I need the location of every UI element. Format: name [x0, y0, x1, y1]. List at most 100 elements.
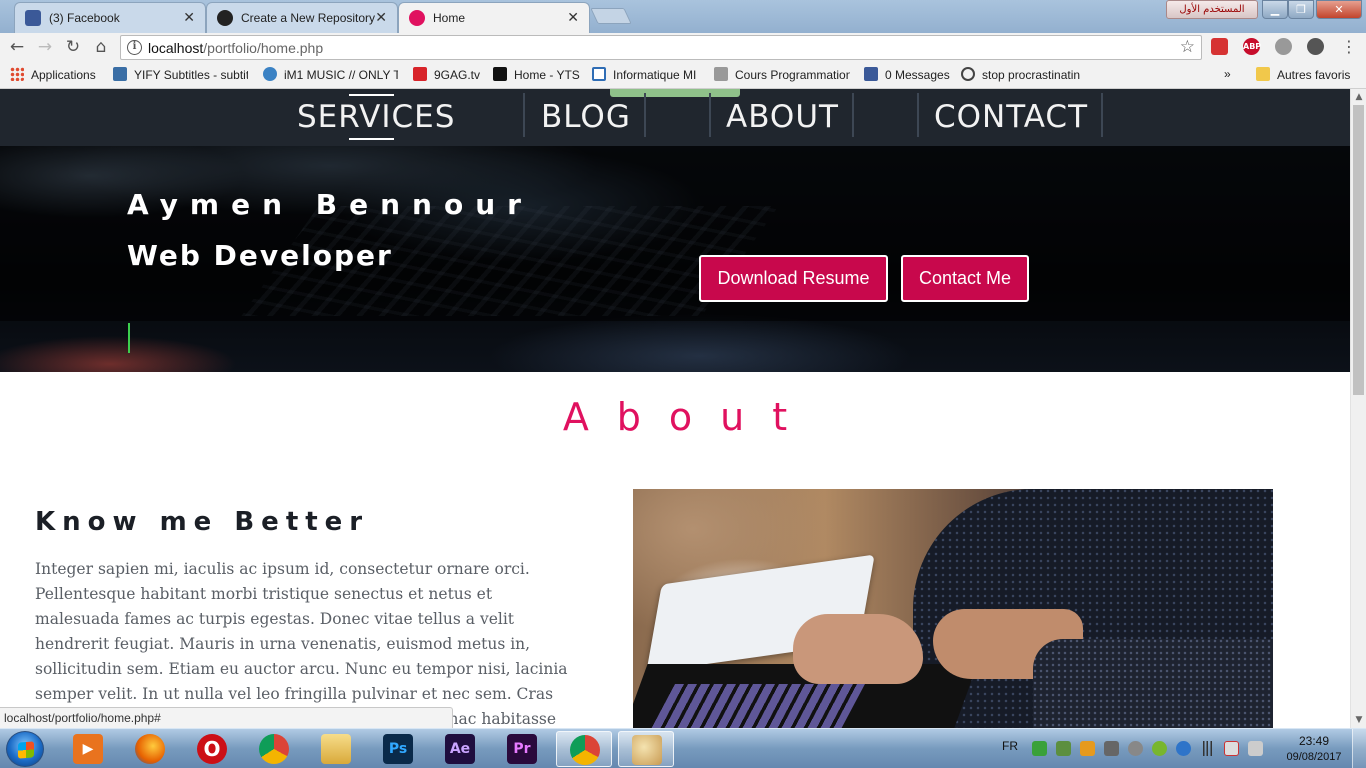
- nav-divider: [1101, 93, 1103, 137]
- nav-blog[interactable]: BLOG: [541, 99, 631, 135]
- bookmark-informatique[interactable]: Informatique MI: [592, 67, 704, 84]
- nav-contact[interactable]: CONTACT: [934, 99, 1088, 135]
- info-icon[interactable]: i: [127, 40, 142, 55]
- premiere-icon: Pr: [507, 734, 537, 764]
- forward-arrow-icon[interactable]: →: [34, 37, 56, 57]
- typing-cursor: [128, 323, 130, 353]
- bookmark-applications[interactable]: Applications: [10, 67, 106, 84]
- nav-divider: [709, 93, 711, 137]
- taskbar-media-player[interactable]: ▶: [60, 731, 116, 767]
- scroll-down-arrow-icon[interactable]: ▼: [1351, 712, 1366, 728]
- about-paragraph: Integer sapien mi, iaculis ac ipsum id, …: [35, 560, 568, 728]
- tray-network-globe-icon[interactable]: [1056, 741, 1071, 756]
- bookmark-messages[interactable]: 0 Messages: [864, 67, 954, 84]
- browser-toolbar: ← → ↻ ⌂ i localhost/portfolio/home.php ☆…: [0, 33, 1366, 62]
- tray-app-icon[interactable]: [1032, 741, 1047, 756]
- media-player-icon: ▶: [73, 734, 103, 764]
- reload-icon[interactable]: ↻: [62, 37, 84, 57]
- photo-hand: [793, 614, 923, 684]
- tab-label: (3) Facebook: [49, 11, 120, 25]
- tray-action-center-icon[interactable]: [1224, 741, 1239, 756]
- nav-active-underline: [349, 138, 394, 140]
- extension-disabled-icon[interactable]: [1307, 38, 1324, 55]
- about-heading: Know me Better: [35, 507, 370, 537]
- folder-icon: [1256, 67, 1270, 81]
- clock-date[interactable]: 09/08/2017: [1284, 751, 1344, 763]
- taskbar-premiere[interactable]: Pr: [494, 731, 550, 767]
- adblock-plus-icon[interactable]: ABP: [1243, 38, 1261, 55]
- tray-utorrent-icon[interactable]: [1152, 741, 1167, 756]
- hero-role: Web Developer: [127, 239, 393, 272]
- taskbar-firefox[interactable]: [122, 731, 178, 767]
- menu-icon[interactable]: ⋮: [1338, 37, 1360, 57]
- bookmark-yify[interactable]: YIFY Subtitles - subtit: [113, 67, 248, 84]
- download-resume-button[interactable]: Download Resume: [699, 255, 888, 302]
- back-arrow-icon[interactable]: ←: [6, 37, 28, 57]
- close-icon[interactable]: ✕: [567, 9, 579, 26]
- bookmark-stop-procrastinating[interactable]: stop procrastinatin: [961, 67, 1099, 84]
- tray-wifi-signal-icon[interactable]: [1200, 741, 1215, 756]
- facebook-icon: [25, 10, 41, 26]
- tab-home[interactable]: Home ✕: [398, 2, 590, 33]
- taskbar-opera[interactable]: O: [184, 731, 240, 767]
- show-desktop-button[interactable]: [1352, 729, 1366, 768]
- url-host: localhost: [148, 40, 204, 56]
- taskbar-chrome-active[interactable]: [556, 731, 612, 767]
- hero-name: Aymen Bennour: [127, 188, 533, 221]
- tab-label: Home: [433, 11, 466, 25]
- close-icon[interactable]: ✕: [183, 9, 195, 26]
- hero-overlay: [0, 146, 1350, 321]
- pdf-extension-icon[interactable]: [1211, 38, 1228, 55]
- photo-keyboard: [651, 684, 865, 728]
- site-icon: [409, 10, 425, 26]
- language-indicator[interactable]: FR: [1002, 739, 1018, 753]
- nav-services[interactable]: SERVICES: [297, 99, 455, 135]
- tray-link-icon[interactable]: [1128, 741, 1143, 756]
- bookmark-star-icon[interactable]: ☆: [1180, 37, 1195, 57]
- nav-about[interactable]: ABOUT: [726, 99, 839, 135]
- photoshop-icon: Ps: [383, 734, 413, 764]
- facebook-icon: [864, 67, 878, 81]
- bookmark-im1-music[interactable]: iM1 MUSIC // ONLY T: [263, 67, 398, 84]
- windows-logo-icon: [18, 741, 34, 759]
- bookmarks-bar: Applications YIFY Subtitles - subtit iM1…: [0, 62, 1366, 89]
- clock-time[interactable]: 23:49: [1284, 734, 1344, 748]
- bookmark-9gag[interactable]: 9GAG.tv: [413, 67, 483, 84]
- url-path: /portfolio/home.php: [203, 40, 324, 56]
- cours-icon: [714, 67, 728, 81]
- home-icon[interactable]: ⌂: [90, 37, 112, 57]
- contact-me-button[interactable]: Contact Me: [901, 255, 1029, 302]
- taskbar-photoshop[interactable]: Ps: [370, 731, 426, 767]
- tray-bluetooth-icon[interactable]: [1176, 741, 1191, 756]
- profile-button[interactable]: المستخدم الأول: [1166, 0, 1258, 19]
- new-tab-button[interactable]: [590, 8, 632, 24]
- maximize-button[interactable]: ❐: [1288, 0, 1314, 19]
- tab-github[interactable]: Create a New Repository ✕: [206, 2, 398, 33]
- minimize-button[interactable]: ▁: [1262, 0, 1288, 19]
- url-text[interactable]: localhost/portfolio/home.php: [148, 40, 323, 56]
- nav-divider: [852, 93, 854, 137]
- taskbar-chrome[interactable]: [246, 731, 302, 767]
- taskbar-after-effects[interactable]: Ae: [432, 731, 488, 767]
- tray-safely-remove-icon[interactable]: [1104, 741, 1119, 756]
- start-button[interactable]: [6, 731, 44, 767]
- address-bar[interactable]: i localhost/portfolio/home.php ☆: [120, 35, 1202, 60]
- firefox-icon: [135, 734, 165, 764]
- vertical-scrollbar[interactable]: ▲ ▼: [1350, 89, 1366, 728]
- close-icon[interactable]: ✕: [375, 9, 387, 26]
- tab-facebook[interactable]: (3) Facebook ✕: [14, 2, 206, 33]
- bookmark-yts[interactable]: Home - YTS: [493, 67, 583, 84]
- bookmark-autres-favoris[interactable]: Autres favoris: [1256, 67, 1356, 84]
- tray-volume-icon[interactable]: [1248, 741, 1263, 756]
- extension-cloud-icon[interactable]: [1275, 38, 1292, 55]
- bookmarks-overflow-chevron-icon[interactable]: »: [1224, 67, 1238, 84]
- opera-icon: O: [197, 734, 227, 764]
- scroll-thumb[interactable]: [1353, 105, 1364, 395]
- taskbar-paint[interactable]: [618, 731, 674, 767]
- close-window-button[interactable]: ✕: [1316, 0, 1362, 19]
- bookmark-cours[interactable]: Cours Programmation: [714, 67, 850, 84]
- scroll-up-arrow-icon[interactable]: ▲: [1351, 89, 1366, 105]
- tray-avast-icon[interactable]: [1080, 741, 1095, 756]
- taskbar-file-explorer[interactable]: [308, 731, 364, 767]
- hero-section: Aymen Bennour Web Developer Download Res…: [0, 146, 1350, 372]
